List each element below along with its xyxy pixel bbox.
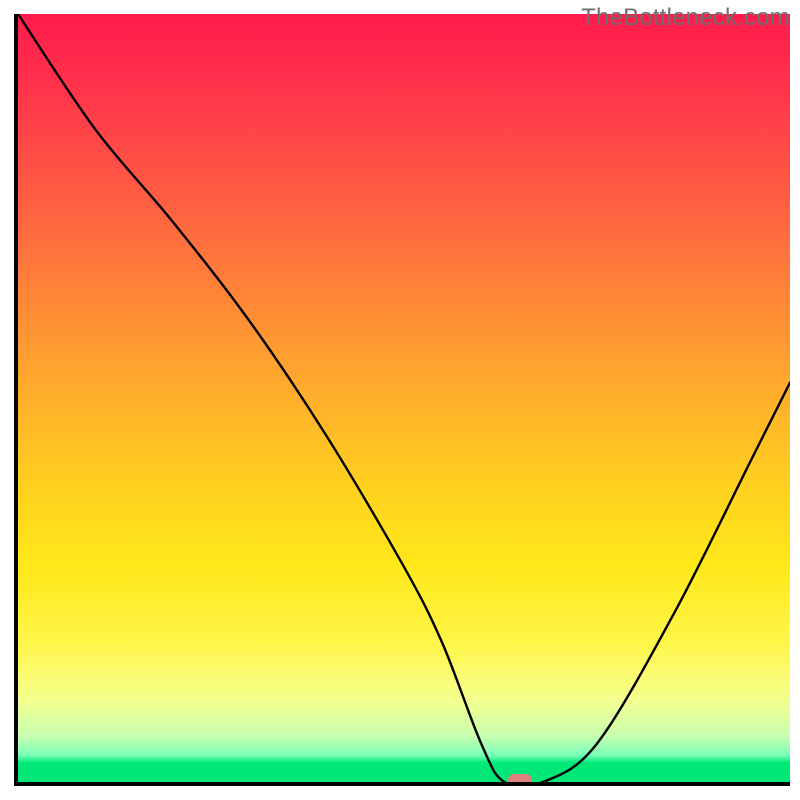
optimal-point-marker xyxy=(508,774,532,782)
bottleneck-curve-path xyxy=(18,14,790,782)
watermark-label: TheBottleneck.com xyxy=(581,4,790,32)
bottleneck-curve xyxy=(18,14,790,782)
plot-area xyxy=(18,14,790,782)
x-axis xyxy=(14,782,790,786)
y-axis xyxy=(14,14,18,786)
bottleneck-chart: TheBottleneck.com xyxy=(0,0,800,800)
